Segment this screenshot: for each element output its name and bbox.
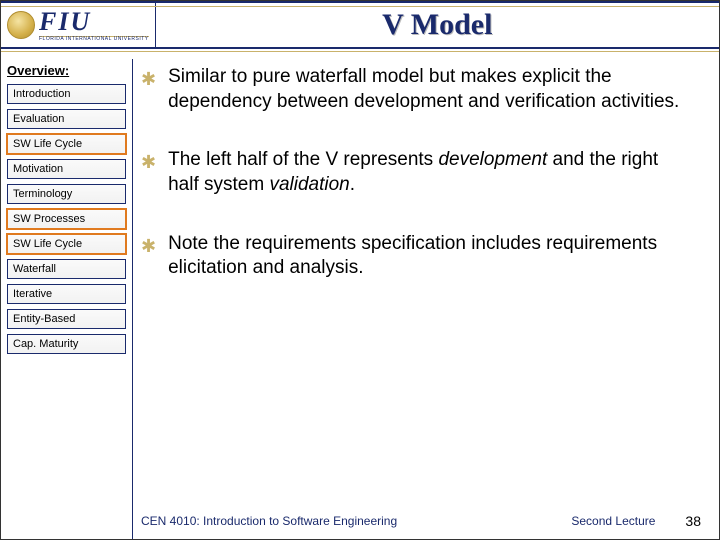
sidebar-item-sw-life-cycle[interactable]: SW Life Cycle — [7, 134, 126, 154]
sidebar-item-entity-based[interactable]: Entity-Based — [7, 309, 126, 329]
asterisk-icon: ✱ — [141, 65, 156, 92]
sidebar-item-evaluation[interactable]: Evaluation — [7, 109, 126, 129]
logo-abbr: FIU — [39, 9, 149, 37]
sidebar-item-waterfall[interactable]: Waterfall — [7, 259, 126, 279]
sidebar-item-introduction[interactable]: Introduction — [7, 84, 126, 104]
content-area: ✱ Similar to pure waterfall model but mak… — [133, 59, 719, 539]
footer-course: CEN 4010: Introduction to Software Engin… — [141, 514, 571, 528]
logo-full: Florida International University — [39, 37, 149, 42]
slide-title: V Model — [156, 8, 719, 42]
bullet-text: Similar to pure waterfall model but make… — [168, 65, 691, 114]
sidebar-item-cap-maturity[interactable]: Cap. Maturity — [7, 334, 126, 354]
bullet-item: ✱ The left half of the V represents devel… — [141, 148, 691, 197]
bullet-text: The left half of the V represents develo… — [168, 148, 691, 197]
slide-header: FIU Florida International University V M… — [1, 1, 719, 49]
seal-icon — [7, 11, 35, 39]
sidebar-item-terminology[interactable]: Terminology — [7, 184, 126, 204]
sidebar-item-sw-processes[interactable]: SW Processes — [7, 209, 126, 229]
slide-footer: CEN 4010: Introduction to Software Engin… — [1, 513, 719, 529]
sidebar-item-motivation[interactable]: Motivation — [7, 159, 126, 179]
bullet-item: ✱ Note the requirements specification inc… — [141, 232, 691, 281]
sidebar-nav: Introduction Evaluation SW Life Cycle Motiv… — [7, 84, 126, 359]
sidebar-heading: Overview: — [7, 63, 126, 78]
footer-page: 38 — [685, 513, 701, 529]
university-logo: FIU Florida International University — [1, 3, 156, 47]
bullet-item: ✱ Similar to pure waterfall model but mak… — [141, 65, 691, 114]
slide: FIU Florida International University V M… — [0, 0, 720, 540]
asterisk-icon: ✱ — [141, 148, 156, 175]
sidebar-item-iterative[interactable]: Iterative — [7, 284, 126, 304]
asterisk-icon: ✱ — [141, 232, 156, 259]
logo-text: FIU Florida International University — [39, 9, 149, 42]
footer-lecture: Second Lecture — [571, 514, 655, 528]
sidebar-item-sw-life-cycle[interactable]: SW Life Cycle — [7, 234, 126, 254]
bullet-text: Note the requirements specification incl… — [168, 232, 691, 281]
sidebar: Overview: Introduction Evaluation SW Life … — [1, 59, 133, 539]
slide-body: Overview: Introduction Evaluation SW Life … — [1, 49, 719, 539]
